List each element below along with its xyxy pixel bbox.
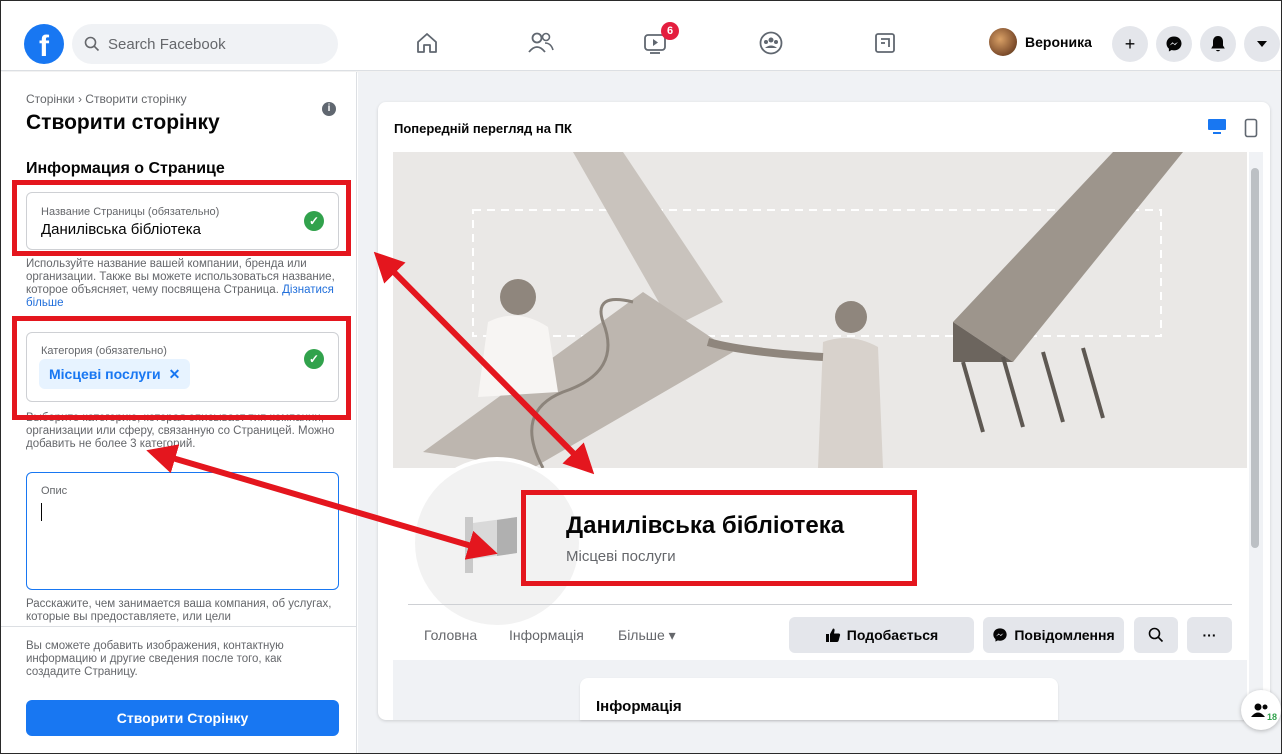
avatar bbox=[989, 28, 1017, 56]
messenger-button[interactable] bbox=[1156, 26, 1192, 62]
breadcrumb[interactable]: Сторінки › Створити сторінку bbox=[26, 92, 187, 106]
highlight-box-category bbox=[12, 316, 351, 420]
divider bbox=[408, 604, 1232, 605]
friends-icon[interactable] bbox=[526, 28, 556, 58]
mobile-icon[interactable] bbox=[1244, 118, 1258, 138]
text-cursor bbox=[41, 503, 42, 521]
info-icon[interactable]: i bbox=[322, 102, 336, 116]
preview-title: Попередній перегляд на ПК bbox=[394, 121, 572, 136]
groups-icon[interactable] bbox=[756, 28, 786, 58]
desktop-icon[interactable] bbox=[1207, 118, 1227, 136]
watch-notification-badge: 6 bbox=[661, 22, 679, 40]
online-contacts-button[interactable]: 18 bbox=[1241, 690, 1281, 730]
divider bbox=[1, 626, 357, 627]
messenger-icon bbox=[993, 628, 1008, 642]
more-options-button[interactable]: ··· bbox=[1187, 617, 1232, 653]
like-button[interactable]: Подобається bbox=[789, 617, 974, 653]
tab-more[interactable]: Більше ▾ bbox=[618, 627, 676, 644]
thumbs-up-icon bbox=[825, 628, 840, 642]
search-placeholder: Search Facebook bbox=[108, 35, 226, 53]
cover-illustration bbox=[423, 152, 1183, 468]
page-title: Створити сторінку bbox=[26, 111, 220, 134]
description-field[interactable]: Опис bbox=[26, 472, 339, 590]
search-icon bbox=[84, 36, 100, 52]
messenger-icon bbox=[1166, 36, 1182, 52]
gaming-icon[interactable] bbox=[870, 28, 900, 58]
like-button-label: Подобається bbox=[846, 627, 939, 643]
online-count: 18 bbox=[1267, 712, 1278, 722]
account-menu-button[interactable] bbox=[1244, 26, 1280, 62]
message-button[interactable]: Повідомлення bbox=[983, 617, 1124, 653]
create-plus-button[interactable]: + bbox=[1112, 26, 1148, 62]
user-name: Вероника bbox=[1025, 34, 1092, 50]
plus-icon: + bbox=[1124, 33, 1136, 54]
bell-icon bbox=[1211, 36, 1225, 52]
search-icon bbox=[1148, 627, 1164, 643]
highlight-box-name bbox=[12, 180, 351, 256]
description-help: Расскажите, чем занимается ваша компания… bbox=[26, 598, 332, 623]
tab-home[interactable]: Головна bbox=[424, 627, 477, 643]
highlight-box-preview bbox=[521, 490, 917, 586]
search-input[interactable]: Search Facebook bbox=[72, 24, 338, 64]
search-page-button[interactable] bbox=[1134, 617, 1178, 653]
profile-shortcut[interactable]: Вероника bbox=[989, 28, 1092, 56]
tab-about[interactable]: Інформація bbox=[509, 627, 584, 643]
description-label: Опис bbox=[41, 485, 68, 497]
create-page-button[interactable]: Створити Сторінку bbox=[26, 700, 339, 736]
more-options-label: ··· bbox=[1202, 627, 1217, 643]
preview-scrollbar[interactable] bbox=[1249, 152, 1263, 718]
section-heading: Информация о Странице bbox=[26, 160, 225, 177]
footer-note: Вы сможете добавить изображения, контакт… bbox=[26, 640, 284, 678]
facebook-logo[interactable]: f bbox=[24, 24, 64, 64]
about-card-title: Інформація bbox=[596, 698, 682, 715]
about-card: Інформація bbox=[580, 678, 1058, 720]
cover-photo bbox=[393, 152, 1247, 468]
chevron-down-icon bbox=[1257, 41, 1267, 47]
notifications-button[interactable] bbox=[1200, 26, 1236, 62]
scrollbar-thumb[interactable] bbox=[1251, 168, 1259, 548]
page-name-help: Используйте название вашей компании, бре… bbox=[26, 258, 336, 310]
message-button-label: Повідомлення bbox=[1014, 627, 1115, 643]
home-icon[interactable] bbox=[412, 28, 442, 58]
